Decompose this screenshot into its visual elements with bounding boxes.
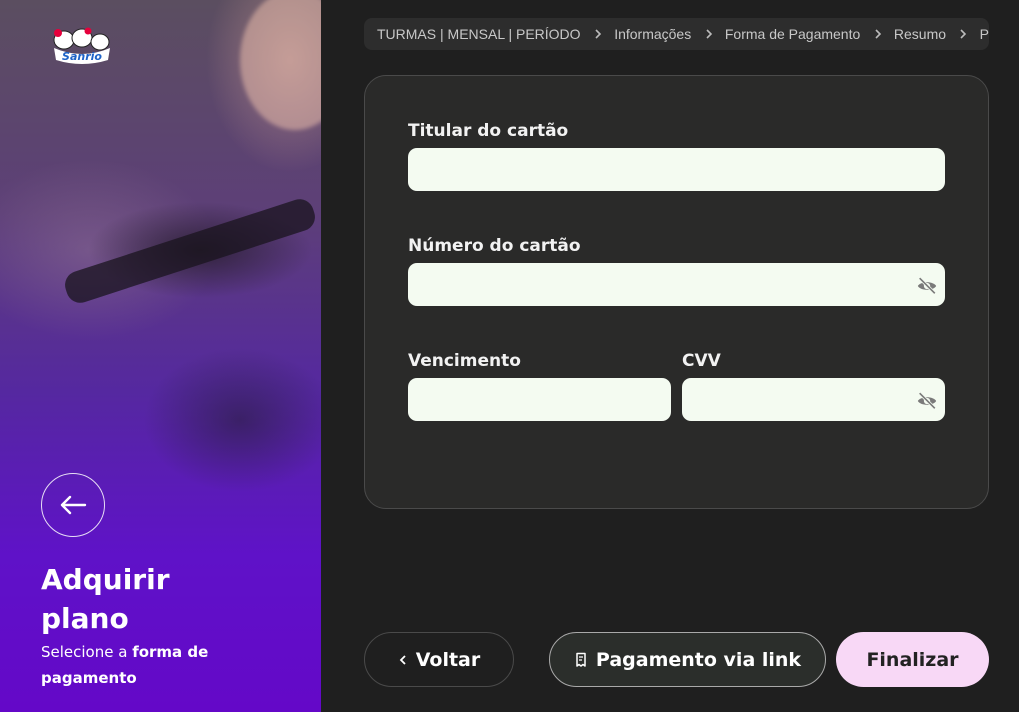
eye-off-icon[interactable] — [916, 390, 938, 412]
page: Sanrio Adquirir plano Selecione a forma … — [0, 0, 1019, 712]
breadcrumb: TURMAS | MENSAL | PERÍODO Informações Fo… — [364, 18, 989, 50]
payment-link-label: Pagamento via link — [595, 648, 802, 671]
svg-text:Sanrio: Sanrio — [62, 50, 102, 63]
card-holder-label: Titular do cartão — [408, 121, 569, 141]
breadcrumb-item-turmas[interactable]: TURMAS | MENSAL | PERÍODO — [377, 26, 581, 42]
chevron-right-icon — [701, 26, 716, 42]
chevron-right-icon — [591, 26, 606, 42]
back-button-label: Voltar — [415, 648, 481, 671]
card-holder-input[interactable] — [408, 148, 945, 191]
breadcrumb-item-forma-pagamento[interactable]: Forma de Pagamento — [725, 26, 860, 42]
brand-logo[interactable]: Sanrio — [48, 26, 116, 66]
back-button[interactable]: Voltar — [364, 632, 514, 687]
page-title: Adquirir plano — [41, 563, 170, 635]
receipt-icon — [576, 652, 586, 667]
eye-off-icon[interactable] — [916, 275, 938, 297]
expiry-input[interactable] — [408, 378, 671, 421]
finish-button-label: Finalizar — [866, 648, 959, 671]
expiry-label: Vencimento — [408, 351, 521, 371]
card-number-input[interactable] — [408, 263, 945, 306]
payment-link-button[interactable]: Pagamento via link — [549, 632, 826, 687]
cvv-label: CVV — [682, 351, 721, 371]
payment-form-card: Titular do cartão Número do cartão Venci… — [364, 75, 989, 509]
subtitle-prefix: Selecione a — [41, 643, 133, 661]
breadcrumb-item-resumo[interactable]: Resumo — [894, 26, 946, 42]
chevron-right-icon — [870, 26, 885, 42]
page-subtitle: Selecione a forma de pagamento — [41, 639, 241, 691]
card-number-label: Número do cartão — [408, 236, 581, 256]
finish-button[interactable]: Finalizar — [836, 632, 989, 687]
arrow-left-icon — [60, 495, 87, 515]
hero-photo-face — [240, 0, 321, 130]
chevron-right-icon — [956, 26, 971, 42]
cvv-input[interactable] — [682, 378, 945, 421]
hero-back-button[interactable] — [41, 473, 105, 537]
chevron-left-icon — [399, 654, 406, 665]
breadcrumb-item-informacoes[interactable]: Informações — [614, 26, 691, 42]
breadcrumb-item-truncated[interactable]: P — [980, 26, 989, 42]
hero-panel: Sanrio Adquirir plano Selecione a forma … — [0, 0, 321, 712]
hero-photo-bar — [61, 195, 319, 307]
